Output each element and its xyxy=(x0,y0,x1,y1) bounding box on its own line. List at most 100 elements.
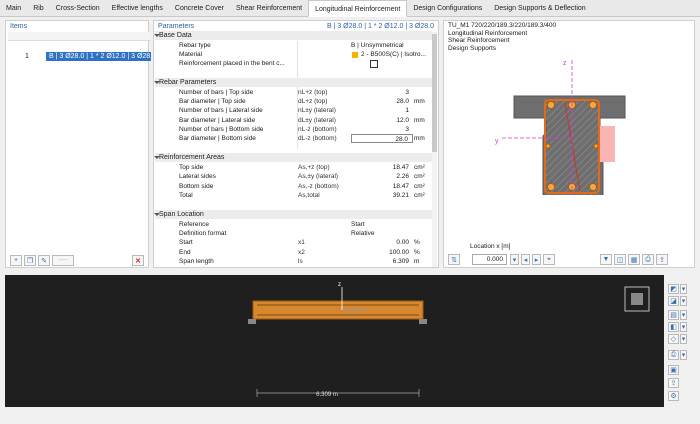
scrollbar-thumb[interactable] xyxy=(432,34,437,152)
row-bars-top[interactable]: Number of bars | Top side nL+z (top) 3 xyxy=(155,88,432,97)
3d-view[interactable]: z x 6.309 m xyxy=(5,275,664,407)
parameters-scrollbar[interactable] xyxy=(432,32,437,267)
bars-bottom-value[interactable]: 3 xyxy=(351,125,409,134)
row-rebar-type[interactable]: Rebar type B | Unsymmetrical xyxy=(155,41,432,50)
dia-bottom-input[interactable]: 28.0 xyxy=(351,134,413,143)
display-settings-button[interactable]: ▦ xyxy=(628,254,640,265)
reference-value[interactable]: Start xyxy=(351,220,365,229)
view-iso-dropdown[interactable]: ▾ xyxy=(680,284,687,294)
add-item-button[interactable]: + xyxy=(10,255,22,266)
preview-line-supports: Design Supports xyxy=(448,44,497,52)
print-dropdown[interactable]: ▾ xyxy=(680,350,687,360)
render-button[interactable]: ◧ xyxy=(668,322,679,332)
tab-design-supports-deflection[interactable]: Design Supports & Deflection xyxy=(488,0,591,17)
bent-placement-checkbox[interactable] xyxy=(370,60,378,68)
section-span-location[interactable]: Span Location xyxy=(154,210,432,219)
tab-shear-reinforcement[interactable]: Shear Reinforcement xyxy=(230,0,308,17)
location-prev-button[interactable]: ◂ xyxy=(521,254,530,265)
dia-bottom-unit: mm xyxy=(414,135,425,142)
tab-longitudinal-reinforcement[interactable]: Longitudinal Reinforcement xyxy=(308,0,408,17)
dia-bottom-symbol: dL-z (bottom) xyxy=(298,135,337,142)
dia-lateral-unit: mm xyxy=(414,117,425,124)
tab-concrete-cover[interactable]: Concrete Cover xyxy=(169,0,230,17)
wireframe-button[interactable]: ◇ xyxy=(668,334,679,344)
preview-left-toolbar: ⇅ xyxy=(448,254,460,265)
print-icon-3d[interactable]: ⎙ xyxy=(668,350,679,360)
row-dia-top[interactable]: Bar diameter | Top side dL+z (top) 28.0 mm xyxy=(155,97,432,106)
location-next-button[interactable]: ▸ xyxy=(532,254,541,265)
row-definition-format[interactable]: Definition format Relative xyxy=(155,229,432,238)
rtb-row-7: ▣ xyxy=(668,365,679,375)
start-value[interactable]: 0.00 xyxy=(351,238,409,247)
row-reference[interactable]: Reference Start xyxy=(155,220,432,229)
rtb-row-8: ⇪ xyxy=(668,378,679,388)
rebar-bottom-left xyxy=(547,183,555,191)
start-unit: % xyxy=(414,239,420,246)
display-mode-button[interactable]: ▤ xyxy=(668,310,679,320)
tab-rib[interactable]: Rib xyxy=(27,0,50,17)
render-dropdown[interactable]: ▾ xyxy=(680,322,687,332)
rtb-row-1: ◩ ▾ xyxy=(668,284,687,294)
display-mode-dropdown[interactable]: ▾ xyxy=(680,310,687,320)
row-bars-bottom[interactable]: Number of bars | Bottom side nL-z (bottom… xyxy=(155,125,432,134)
span-length-symbol: ls xyxy=(298,258,303,265)
area-total-unit: cm² xyxy=(414,192,425,199)
dia-lateral-value[interactable]: 12.0 xyxy=(351,116,409,125)
reference-label: Reference xyxy=(179,221,209,228)
wireframe-dropdown[interactable]: ▾ xyxy=(680,334,687,344)
bars-lateral-label: Number of bars | Lateral side xyxy=(179,107,263,114)
view-front-button[interactable]: ◪ xyxy=(668,296,679,306)
row-bent-placement[interactable]: Reinforcement placed in the bent c... xyxy=(155,59,432,68)
rebar-bottom-right xyxy=(589,183,597,191)
edit-item-button[interactable]: ✎ xyxy=(38,255,50,266)
rebar-type-value[interactable]: B | Unsymmetrical xyxy=(351,41,404,50)
section-base-data[interactable]: Base Data xyxy=(154,31,432,40)
bars-top-value[interactable]: 3 xyxy=(351,88,409,97)
dia-top-value[interactable]: 28.0 xyxy=(351,97,409,106)
row-bars-lateral[interactable]: Number of bars | Lateral side nL±y (later… xyxy=(155,106,432,115)
item-value[interactable]: B | 3 Ø28.0 | 1 * 2 Ø12.0 | 3 Ø28.0 xyxy=(46,52,151,61)
span-length-value: 6.309 xyxy=(392,258,409,265)
dia-bottom-label: Bar diameter | Bottom side xyxy=(179,135,256,142)
view-options-button[interactable]: ◫ xyxy=(614,254,626,265)
material-color-icon xyxy=(352,52,358,58)
location-dropdown[interactable]: ▾ xyxy=(510,254,519,265)
section-reinforcement-areas[interactable]: Reinforcement Areas xyxy=(154,153,432,162)
definition-format-value[interactable]: Relative xyxy=(351,229,374,238)
row-end[interactable]: End x2 100.00% xyxy=(155,248,432,257)
tab-main[interactable]: Main xyxy=(0,0,27,17)
end-unit: % xyxy=(414,249,420,256)
pick-location-button[interactable]: ⌖ xyxy=(543,254,555,265)
filter-icon[interactable]: ▼ xyxy=(600,254,612,265)
dia-top-unit: mm xyxy=(414,98,425,105)
3d-x-label: x xyxy=(362,308,365,314)
settings-3d-button[interactable]: ⚙ xyxy=(668,391,679,401)
report-button[interactable]: ▣ xyxy=(668,365,679,375)
row-material[interactable]: Material 2 - B500S(C) | Isotro... xyxy=(155,50,432,59)
bars-lateral-value[interactable]: 1 xyxy=(351,106,409,115)
row-dia-lateral[interactable]: Bar diameter | Lateral side dL±y (lateral… xyxy=(155,116,432,125)
view-front-dropdown[interactable]: ▾ xyxy=(680,296,687,306)
row-start[interactable]: Start x1 0.00% xyxy=(155,238,432,247)
export-3d-button[interactable]: ⇪ xyxy=(668,378,679,388)
copy-item-button[interactable]: ❐ xyxy=(24,255,36,266)
filter-rebar-button[interactable]: ⇅ xyxy=(448,254,460,265)
export-button[interactable]: ⇪ xyxy=(656,254,668,265)
rebar-top-left xyxy=(547,101,555,109)
end-value[interactable]: 100.00 xyxy=(351,248,409,257)
support-right xyxy=(419,319,427,324)
tab-design-configurations[interactable]: Design Configurations xyxy=(407,0,488,17)
view-iso-button[interactable]: ◩ xyxy=(668,284,679,294)
location-input[interactable]: 0.000 xyxy=(472,254,507,265)
material-value[interactable]: 2 - B500S(C) | Isotro... xyxy=(361,50,426,59)
row-dia-bottom[interactable]: Bar diameter | Bottom side dL-z (bottom) 2… xyxy=(155,134,432,143)
tab-cross-section[interactable]: Cross-Section xyxy=(50,0,106,17)
delete-icon[interactable]: ✕ xyxy=(132,255,144,266)
section-rebar-parameters[interactable]: Rebar Parameters xyxy=(154,78,432,87)
area-total-value: 39.21 xyxy=(392,192,409,199)
start-label: Start xyxy=(179,239,193,246)
tab-effective-lengths[interactable]: Effective lengths xyxy=(106,0,169,17)
preview-right-toolbar: ▼ ◫ ▦ ⎙ ⇪ xyxy=(600,254,668,265)
list-item[interactable]: 1 B | 3 Ø28.0 | 1 * 2 Ø12.0 | 3 Ø28.0 xyxy=(8,52,151,61)
print-icon[interactable]: ⎙ xyxy=(642,254,654,265)
